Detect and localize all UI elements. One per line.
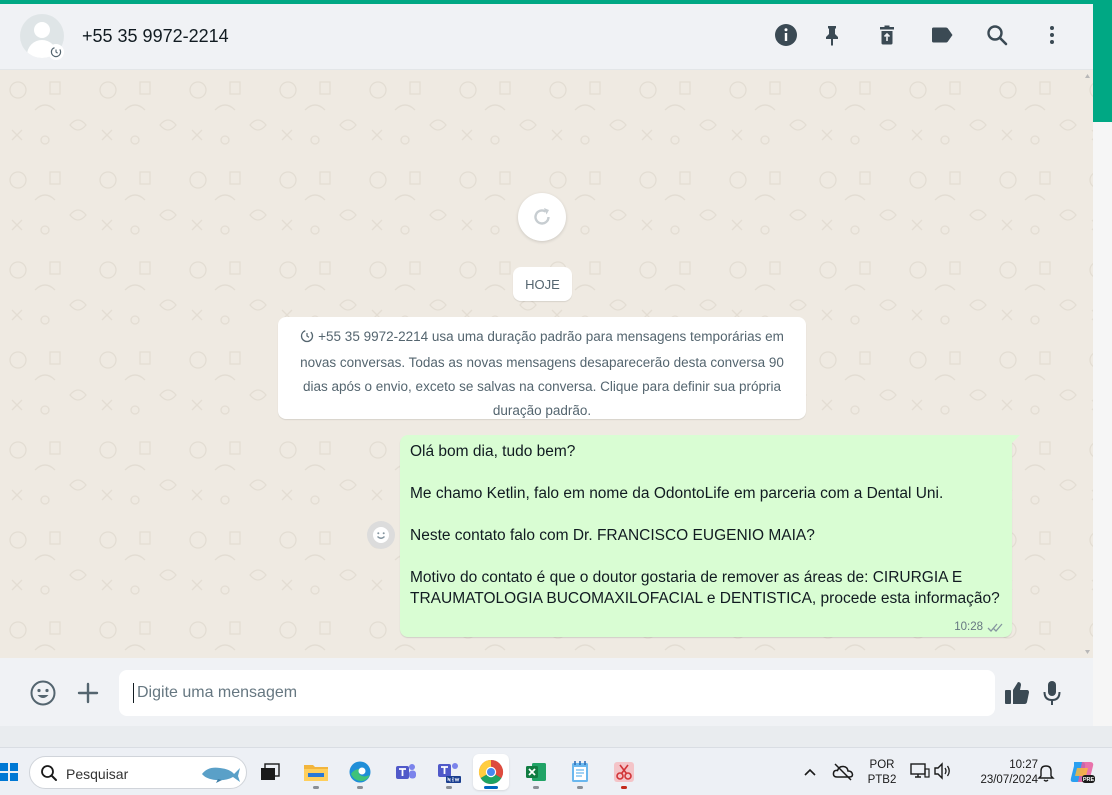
taskbar-clock[interactable]: 10:27 23/07/2024 — [962, 758, 1038, 788]
message-line: Neste contato falo com Dr. FRANCISCO EUG… — [410, 527, 815, 544]
refresh-icon — [534, 208, 550, 225]
search-icon[interactable] — [982, 20, 1012, 50]
taskview-app[interactable] — [252, 754, 288, 790]
disappearing-timer-icon — [300, 327, 314, 351]
input-language-indicator[interactable]: POR PTB2 — [863, 758, 901, 788]
notification-bell-icon[interactable] — [1037, 763, 1055, 788]
react-button[interactable] — [367, 521, 395, 549]
background-window-edge — [1093, 4, 1112, 122]
message-line: Me chamo Ketlin, falo em nome da OdontoL… — [410, 485, 944, 502]
date-separator: HOJE — [513, 267, 572, 301]
start-button[interactable] — [0, 763, 18, 781]
teams-app[interactable] — [388, 754, 424, 790]
message-meta: 10:28 — [954, 621, 1004, 633]
message-time: 10:28 — [954, 621, 983, 633]
disappearing-messages-notice[interactable]: +55 35 9972-2214 usa uma duração padrão … — [278, 317, 806, 419]
thumbs-up-icon[interactable] — [1002, 678, 1032, 708]
outgoing-message-bubble[interactable]: Olá bom dia, tudo bem? Me chamo Ketlin, … — [400, 435, 1012, 637]
file-explorer-app[interactable] — [298, 754, 334, 790]
keyboard-layout: PTB2 — [867, 774, 897, 786]
active-indicator — [484, 786, 498, 789]
volume-icon[interactable] — [933, 762, 953, 785]
microphone-icon[interactable] — [1037, 678, 1067, 708]
onedrive-offline-icon[interactable] — [832, 762, 854, 787]
running-indicator — [577, 786, 583, 789]
running-indicator — [357, 786, 363, 789]
label-icon[interactable] — [927, 20, 957, 50]
svg-text:PRE: PRE — [1083, 777, 1095, 783]
composer — [0, 658, 1093, 726]
language-code: POR — [869, 759, 895, 771]
whale-highlight-icon — [202, 767, 240, 783]
clock-date: 23/07/2024 — [980, 774, 1038, 786]
more-icon[interactable] — [1037, 20, 1067, 50]
edge-app[interactable] — [342, 754, 378, 790]
running-indicator — [446, 786, 452, 789]
running-indicator — [621, 786, 627, 789]
message-input[interactable] — [119, 670, 995, 716]
message-line: Olá bom dia, tudo bem? — [410, 443, 576, 460]
background-window-edge — [1093, 122, 1112, 726]
load-earlier-button[interactable] — [518, 193, 566, 241]
excel-app[interactable] — [518, 754, 554, 790]
double-check-icon — [987, 623, 1003, 632]
message-list[interactable]: HOJE +55 35 9972-2214 usa uma duração pa… — [0, 70, 1093, 658]
chat-header: +55 35 9972-2214 — [0, 4, 1093, 70]
search-icon — [41, 765, 57, 781]
delete-icon[interactable] — [872, 20, 902, 50]
notepad-app[interactable] — [562, 754, 598, 790]
running-indicator — [313, 786, 319, 789]
teams-new-app[interactable] — [431, 754, 467, 790]
snipping-tool-app[interactable] — [606, 754, 642, 790]
pin-icon[interactable] — [817, 20, 847, 50]
windows-taskbar: Pesquisar POR PTB2 10:27 23/07/2024 PRE — [0, 747, 1112, 795]
network-icon[interactable] — [909, 761, 931, 786]
window-accent-stripe — [0, 0, 1112, 4]
scrollbar[interactable] — [1082, 70, 1093, 658]
info-icon[interactable] — [771, 20, 801, 50]
disappearing-timer-icon — [48, 44, 64, 60]
chevron-up-icon[interactable] — [802, 764, 818, 785]
search-placeholder: Pesquisar — [66, 766, 129, 782]
copilot-icon[interactable]: PRE — [1068, 758, 1096, 791]
whatsapp-window: +55 35 9972-2214 HOJE +55 35 9972-2214 u… — [0, 0, 1093, 726]
contact-name[interactable]: +55 35 9972-2214 — [82, 26, 229, 47]
notice-text: +55 35 9972-2214 usa uma duração padrão … — [300, 329, 784, 418]
emoji-icon[interactable] — [28, 678, 58, 708]
smiley-icon — [373, 527, 389, 543]
attach-plus-icon[interactable] — [73, 678, 103, 708]
chrome-app[interactable] — [473, 754, 509, 790]
message-line: Motivo do contato é que o doutor gostari… — [410, 569, 1000, 607]
running-indicator — [533, 786, 539, 789]
taskbar-search[interactable]: Pesquisar — [29, 756, 247, 789]
text-caret — [133, 683, 134, 703]
bubble-tail — [1010, 435, 1020, 445]
clock-time: 10:27 — [1009, 759, 1038, 771]
